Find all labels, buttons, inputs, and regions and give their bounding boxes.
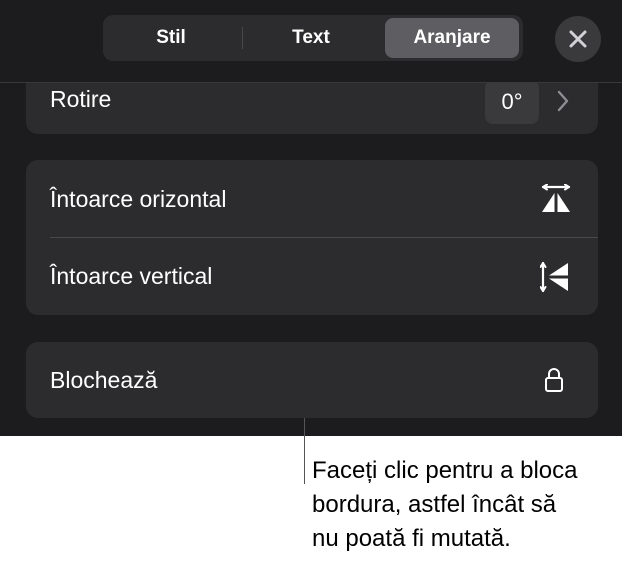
flip-vertical-row[interactable]: Întoarce vertical	[26, 238, 598, 315]
flip-horizontal-icon	[541, 184, 571, 212]
tab-aranjare[interactable]: Aranjare	[385, 18, 519, 58]
flip-horizontal-row[interactable]: Întoarce orizontal	[26, 160, 598, 237]
flip-horizontal-label: Întoarce orizontal	[50, 186, 227, 212]
close-icon	[569, 30, 587, 48]
panel-header: Stil Text Aranjare	[0, 0, 622, 83]
arrange-panel: Rotire 0° Întoarce orizontal Întoarce ve…	[0, 0, 622, 436]
callout-line-2: bordura, astfel încât să	[312, 491, 557, 518]
callout-line-1: Faceți clic pentru a bloca	[312, 457, 578, 484]
rotation-value-field[interactable]: 0°	[485, 80, 539, 124]
tab-text[interactable]: Text	[247, 18, 375, 58]
lock-icon	[545, 368, 563, 392]
flip-vertical-icon	[540, 261, 568, 293]
segmented-control: Stil Text Aranjare	[103, 15, 523, 61]
chevron-right-icon[interactable]	[556, 89, 570, 113]
tab-stil[interactable]: Stil	[107, 18, 235, 58]
callout-line	[304, 418, 305, 484]
lock-label: Blochează	[50, 367, 158, 393]
callout-line-3: nu poată fi mutată.	[312, 525, 511, 552]
close-button[interactable]	[555, 16, 601, 62]
segment-divider	[242, 27, 243, 49]
callout-text: Faceți clic pentru a bloca bordura, astf…	[312, 454, 642, 556]
flip-card: Întoarce orizontal Întoarce vertical	[26, 160, 598, 315]
rotation-label: Rotire	[50, 86, 112, 112]
lock-row[interactable]: Blochează	[26, 342, 598, 418]
flip-vertical-label: Întoarce vertical	[50, 263, 213, 289]
